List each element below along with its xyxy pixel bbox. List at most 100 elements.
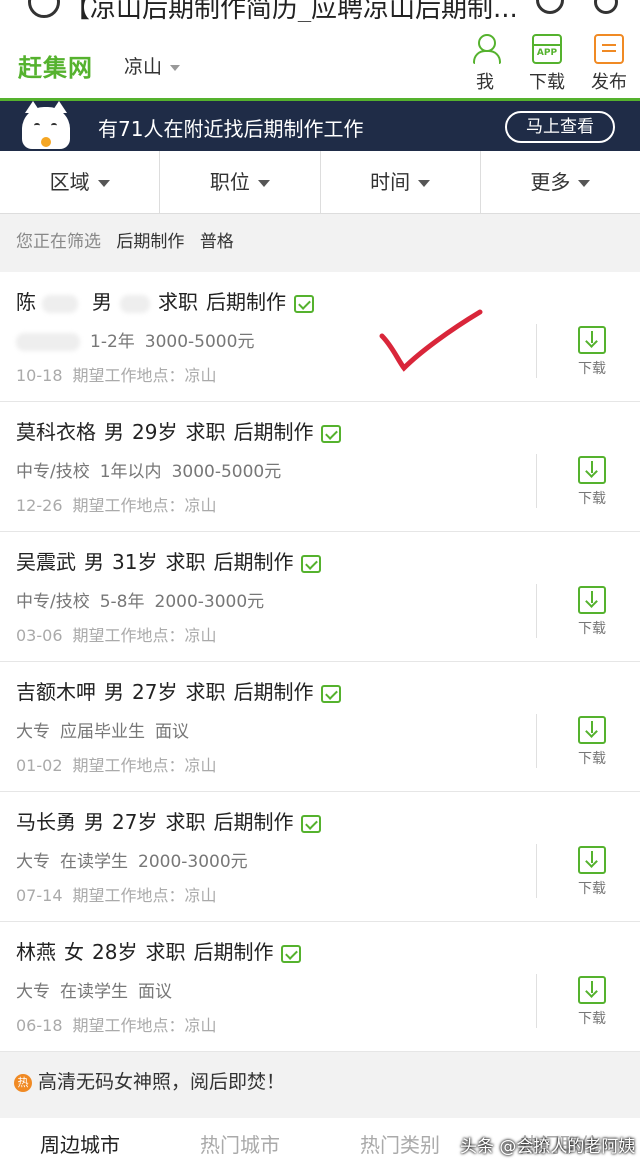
salary: 2000-3000元 (154, 592, 265, 612)
verified-icon (301, 814, 322, 833)
download-label: 下载 (578, 361, 606, 377)
resume-meta: 中专/技校 1年以内 3000-5000元 (16, 457, 291, 482)
resume-title: 吴震武男 31岁 求职 后期制作 (16, 546, 322, 575)
view-now-button[interactable]: 马上查看 (505, 111, 615, 143)
share-icon[interactable] (594, 0, 618, 14)
back-icon[interactable] (28, 0, 60, 18)
divider (536, 584, 537, 638)
divider (536, 714, 537, 768)
candidate-age: 31岁 (112, 550, 158, 574)
refresh-icon[interactable] (536, 0, 564, 14)
download-resume-button[interactable]: 下载 (572, 716, 612, 768)
verified-icon (321, 424, 342, 443)
candidate-age: 28岁 (92, 940, 138, 964)
filter-position[interactable]: 职位 (160, 151, 321, 213)
resume-title: 马长勇男 27岁 求职 后期制作 (16, 806, 322, 835)
download-icon (578, 716, 606, 744)
post-button[interactable]: 发布 (584, 34, 634, 94)
resume-item[interactable]: 吴震武男 31岁 求职 后期制作 中专/技校 5-8年 2000-3000元 03-06 期望工… (0, 532, 640, 662)
tab-hot-categories[interactable]: 热门类别 (320, 1118, 480, 1172)
my-account-button[interactable]: 我 (460, 34, 510, 94)
filter-time[interactable]: 时间 (321, 151, 481, 213)
resume-footer: 06-18 期望工作地点：凉山 (16, 1012, 227, 1036)
filter-time-label: 时间 (370, 170, 411, 194)
download-resume-button[interactable]: 下载 (572, 326, 612, 378)
divider (536, 454, 537, 508)
download-label: 下载 (578, 751, 606, 767)
download-resume-button[interactable]: 下载 (572, 586, 612, 638)
location-label: 期望工作地点： (72, 886, 185, 905)
filter-tag[interactable]: 普格 (200, 232, 234, 252)
tab-hot-cities[interactable]: 热门城市 (160, 1118, 320, 1172)
seek-label: 求职 (185, 420, 226, 444)
education: 大专 (16, 722, 50, 742)
download-resume-button[interactable]: 下载 (572, 846, 612, 898)
job-title: 后期制作 (233, 680, 314, 704)
resume-footer: 10-18 期望工作地点：凉山 (16, 362, 227, 386)
location: 凉山 (184, 496, 217, 515)
city-selector[interactable]: 凉山 (124, 52, 181, 79)
filter-more[interactable]: 更多 (481, 151, 640, 213)
promo-strip[interactable]: 热高清无码女神照，阅后即焚！ (0, 1052, 640, 1112)
promo-text: 高清无码女神照，阅后即焚！ (38, 1071, 286, 1093)
resume-item[interactable]: 马长勇男 27岁 求职 后期制作 大专 在读学生 2000-3000元 07-14 期望工作地点… (0, 792, 640, 922)
candidate-age: 27岁 (132, 680, 178, 704)
resume-item[interactable]: 林燕女 28岁 求职 后期制作大专 在读学生 面议 06-18 期望工作地点：凉山 下载 (0, 922, 640, 1052)
filter-bar: 区域 职位 时间 更多 (0, 151, 640, 214)
resume-title: 莫科衣格男 29岁 求职 后期制作 (16, 416, 342, 445)
salary: 3000-5000元 (144, 332, 255, 352)
resume-item[interactable]: 陈 男 求职 后期制作 1-2年 3000-5000元 10-18 期望工作地点：凉山 下载 (0, 272, 640, 402)
browser-title-bar: 【凉山后期制作简历_应聘凉山后期制... (0, 0, 640, 22)
resume-item[interactable]: 吉额木呷男 27岁 求职 后期制作 大专 应届毕业生 面议 01-02 期望工作地点：凉山 下载 (0, 662, 640, 792)
candidate-name: 莫科衣格 (16, 420, 96, 444)
education: 中专/技校 (16, 462, 90, 482)
verified-icon (294, 294, 314, 313)
experience: 在读学生 (60, 852, 128, 872)
verified-icon (301, 554, 322, 573)
filter-tag[interactable]: 后期制作 (116, 232, 184, 252)
candidate-name: 吴震武 (16, 550, 76, 574)
candidate-name: 马长勇 (16, 810, 76, 834)
location: 凉山 (184, 1016, 217, 1035)
resume-title: 陈 男 求职 后期制作 (16, 286, 314, 315)
resume-item[interactable]: 莫科衣格男 29岁 求职 后期制作 中专/技校 1年以内 3000-5000元 12-26 期望… (0, 402, 640, 532)
candidate-name: 陈 (16, 290, 36, 314)
filter-position-label: 职位 (209, 170, 250, 194)
job-title: 后期制作 (206, 290, 286, 314)
resume-meta: 大专 在读学生 2000-3000元 (16, 847, 258, 872)
update-date: 06-18 (16, 1016, 63, 1035)
download-icon (578, 976, 606, 1004)
seek-label: 求职 (145, 940, 186, 964)
app-download-label: 下载 (529, 72, 565, 93)
resume-list: 陈男求职 后期制作 1-2年 3000-5000元 10-18 期望工作地点：凉山 下载 莫科… (0, 272, 640, 1052)
location-label: 期望工作地点： (72, 626, 185, 645)
download-resume-button[interactable]: 下载 (572, 976, 612, 1028)
education: 中专/技校 (16, 592, 90, 612)
experience: 1年以内 (99, 462, 162, 482)
education: 大专 (16, 852, 50, 872)
my-account-label: 我 (476, 72, 494, 93)
blurred-text (120, 294, 150, 313)
experience: 5-8年 (99, 592, 145, 612)
site-logo[interactable]: 赶集网 (18, 48, 93, 83)
resume-footer: 01-02 期望工作地点：凉山 (16, 752, 227, 776)
location-label: 期望工作地点： (72, 756, 185, 775)
verified-icon (281, 944, 302, 963)
resume-title: 林燕女 28岁 求职 后期制作 (16, 936, 302, 965)
tab-nearby-cities[interactable]: 周边城市 (0, 1118, 160, 1172)
hot-badge-icon: 热 (14, 1073, 32, 1092)
job-title: 后期制作 (213, 810, 294, 834)
download-label: 下载 (578, 1011, 606, 1027)
download-label: 下载 (578, 491, 606, 507)
candidate-name: 吉额木呷 (16, 680, 96, 704)
filter-area[interactable]: 区域 (0, 151, 161, 213)
divider (536, 974, 537, 1028)
app-download-icon: APP (532, 34, 562, 64)
resume-footer: 12-26 期望工作地点：凉山 (16, 492, 227, 516)
resume-meta: 大专 在读学生 面议 (16, 977, 182, 1002)
app-download-button[interactable]: APP 下载 (522, 34, 572, 94)
download-resume-button[interactable]: 下载 (572, 456, 612, 508)
chevron-down-icon (418, 180, 431, 187)
location-label: 期望工作地点： (72, 496, 185, 515)
update-date: 10-18 (16, 366, 63, 385)
